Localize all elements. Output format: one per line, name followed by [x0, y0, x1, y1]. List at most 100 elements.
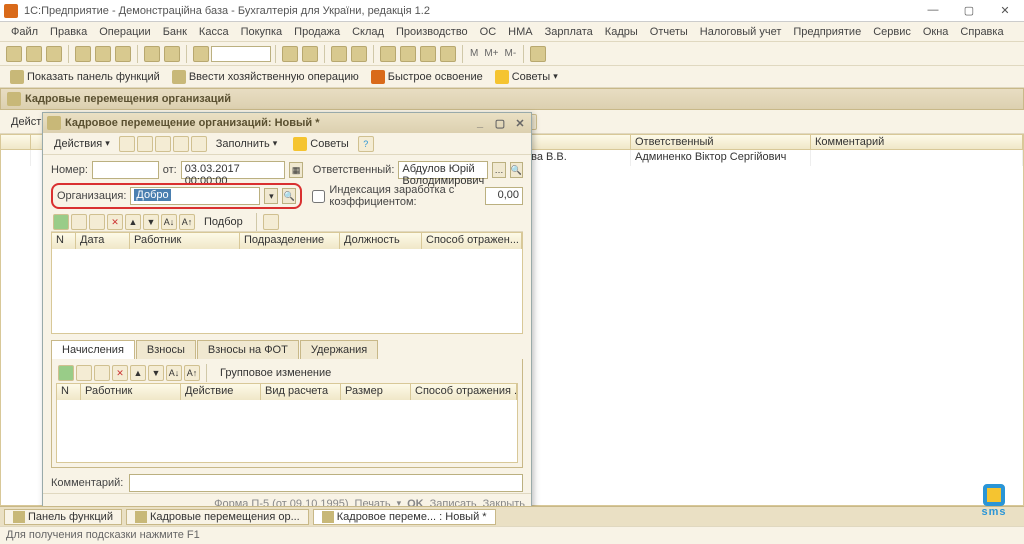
col-comment[interactable]: Комментарий — [811, 135, 1023, 149]
resp-input[interactable]: Абдулов Юрій Володимирович — [398, 161, 488, 179]
copy-icon[interactable] — [95, 46, 111, 62]
org-input[interactable]: Добро — [130, 187, 260, 205]
menu-os[interactable]: ОС — [475, 24, 502, 40]
calendar-icon[interactable] — [302, 46, 318, 62]
g1-col-method[interactable]: Способ отражен... — [422, 233, 522, 249]
cut-icon[interactable] — [75, 46, 91, 62]
g1-down-icon[interactable]: ▼ — [143, 214, 159, 230]
menu-production[interactable]: Производство — [391, 24, 473, 40]
menu-salary[interactable]: Зарплата — [540, 24, 598, 40]
menu-operations[interactable]: Операции — [94, 24, 155, 40]
find-icon[interactable] — [193, 46, 209, 62]
tool-icon-2[interactable] — [420, 46, 436, 62]
dialog-tool1-icon[interactable] — [119, 136, 135, 152]
tool-icon-3[interactable] — [440, 46, 456, 62]
paste-icon[interactable] — [115, 46, 131, 62]
index-input[interactable]: 0,00 — [485, 187, 523, 205]
dialog-tool2-icon[interactable] — [137, 136, 153, 152]
preview-icon[interactable] — [351, 46, 367, 62]
col-marker[interactable] — [1, 135, 31, 149]
tool-icon-1[interactable] — [400, 46, 416, 62]
g1-col-dept[interactable]: Подразделение — [240, 233, 340, 249]
resp-select-icon[interactable]: … — [492, 162, 505, 178]
settings-icon[interactable] — [530, 46, 546, 62]
help-icon[interactable] — [380, 46, 396, 62]
dialog-maximize-button[interactable]: ▢ — [493, 117, 507, 130]
g2-up-icon[interactable]: ▲ — [130, 365, 146, 381]
menu-hr[interactable]: Кадры — [600, 24, 643, 40]
calc-icon[interactable] — [282, 46, 298, 62]
dialog-fill-button[interactable]: Заполнить▾ — [209, 135, 285, 153]
g1-copy-icon[interactable] — [71, 214, 87, 230]
maximize-button[interactable]: ▢ — [960, 4, 978, 17]
g2-sortdesc-icon[interactable]: A↑ — [184, 365, 200, 381]
dialog-actions-button[interactable]: Действия▾ — [47, 135, 117, 153]
g2-col-action[interactable]: Действие — [181, 384, 261, 400]
g1-col-date[interactable]: Дата — [76, 233, 130, 249]
g2-add-icon[interactable] — [58, 365, 74, 381]
taskbar-panel-button[interactable]: Панель функций — [4, 509, 122, 525]
find-input[interactable] — [211, 46, 271, 62]
dialog-minimize-button[interactable]: _ — [473, 117, 487, 130]
date-input[interactable]: 03.03.2017 00:00:00 — [181, 161, 286, 179]
org-dropdown-icon[interactable]: ▾ — [264, 188, 278, 204]
g2-col-worker[interactable]: Работник — [81, 384, 181, 400]
dialog-tool4-icon[interactable] — [173, 136, 189, 152]
menu-windows[interactable]: Окна — [918, 24, 954, 40]
redo-icon[interactable] — [164, 46, 180, 62]
g1-user-icon[interactable] — [263, 214, 279, 230]
tab-contrib[interactable]: Взносы — [136, 340, 196, 359]
g1-col-worker[interactable]: Работник — [130, 233, 240, 249]
resp-search-icon[interactable]: 🔍 — [510, 162, 523, 178]
new-icon[interactable] — [6, 46, 22, 62]
g2-delete-icon[interactable]: ✕ — [112, 365, 128, 381]
g2-copy-icon[interactable] — [76, 365, 92, 381]
g2-col-method[interactable]: Способ отражения ... — [411, 384, 517, 400]
col-resp[interactable]: Ответственный — [631, 135, 811, 149]
grid1-body[interactable] — [52, 249, 522, 333]
dialog-advices-button[interactable]: Советы — [286, 134, 355, 154]
close-button[interactable]: ✕ — [996, 4, 1014, 17]
g2-col-size[interactable]: Размер — [341, 384, 411, 400]
menu-enterprise[interactable]: Предприятие — [788, 24, 866, 40]
open-icon[interactable] — [26, 46, 42, 62]
undo-icon[interactable] — [144, 46, 160, 62]
menu-kassa[interactable]: Касса — [194, 24, 234, 40]
date-picker-icon[interactable]: ▦ — [289, 162, 302, 178]
comment-input[interactable] — [129, 474, 523, 492]
g2-edit-icon[interactable] — [94, 365, 110, 381]
quick-start-button[interactable]: Быстрое освоение — [367, 69, 487, 85]
g1-col-n[interactable]: N — [52, 233, 76, 249]
grid2-body[interactable] — [57, 400, 517, 462]
g1-sortasc-icon[interactable]: A↓ — [161, 214, 177, 230]
col-org[interactable] — [521, 135, 631, 149]
enter-operation-button[interactable]: Ввести хозяйственную операцию — [168, 69, 363, 85]
print-icon[interactable] — [331, 46, 347, 62]
tab-accruals[interactable]: Начисления — [51, 340, 135, 359]
dialog-close-button[interactable]: ✕ — [513, 117, 527, 130]
g1-edit-icon[interactable] — [89, 214, 105, 230]
tab-contrib-fot[interactable]: Взносы на ФОТ — [197, 340, 299, 359]
g1-sortdesc-icon[interactable]: A↑ — [179, 214, 195, 230]
menu-bank[interactable]: Банк — [158, 24, 192, 40]
taskbar-tab1-button[interactable]: Кадровые перемещения ор... — [126, 509, 309, 525]
tab-deductions[interactable]: Удержания — [300, 340, 378, 359]
show-panel-button[interactable]: Показать панель функций — [6, 69, 164, 85]
menu-nma[interactable]: НМА — [503, 24, 537, 40]
group-change-button[interactable]: Групповое изменение — [213, 364, 338, 382]
g1-col-pos[interactable]: Должность — [340, 233, 422, 249]
g1-delete-icon[interactable]: ✕ — [107, 214, 123, 230]
menu-edit[interactable]: Правка — [45, 24, 92, 40]
g2-sortasc-icon[interactable]: A↓ — [166, 365, 182, 381]
g2-col-n[interactable]: N — [57, 384, 81, 400]
menu-help[interactable]: Справка — [955, 24, 1008, 40]
dialog-help-icon[interactable]: ? — [358, 136, 374, 152]
menu-file[interactable]: Файл — [6, 24, 43, 40]
menu-purchase[interactable]: Покупка — [236, 24, 288, 40]
taskbar-tab2-button[interactable]: Кадровое переме... : Новый * — [313, 509, 496, 525]
g1-up-icon[interactable]: ▲ — [125, 214, 141, 230]
menu-reports[interactable]: Отчеты — [645, 24, 693, 40]
g2-col-calc[interactable]: Вид расчета — [261, 384, 341, 400]
g1-selection-button[interactable]: Подбор — [197, 213, 250, 231]
g1-add-icon[interactable] — [53, 214, 69, 230]
